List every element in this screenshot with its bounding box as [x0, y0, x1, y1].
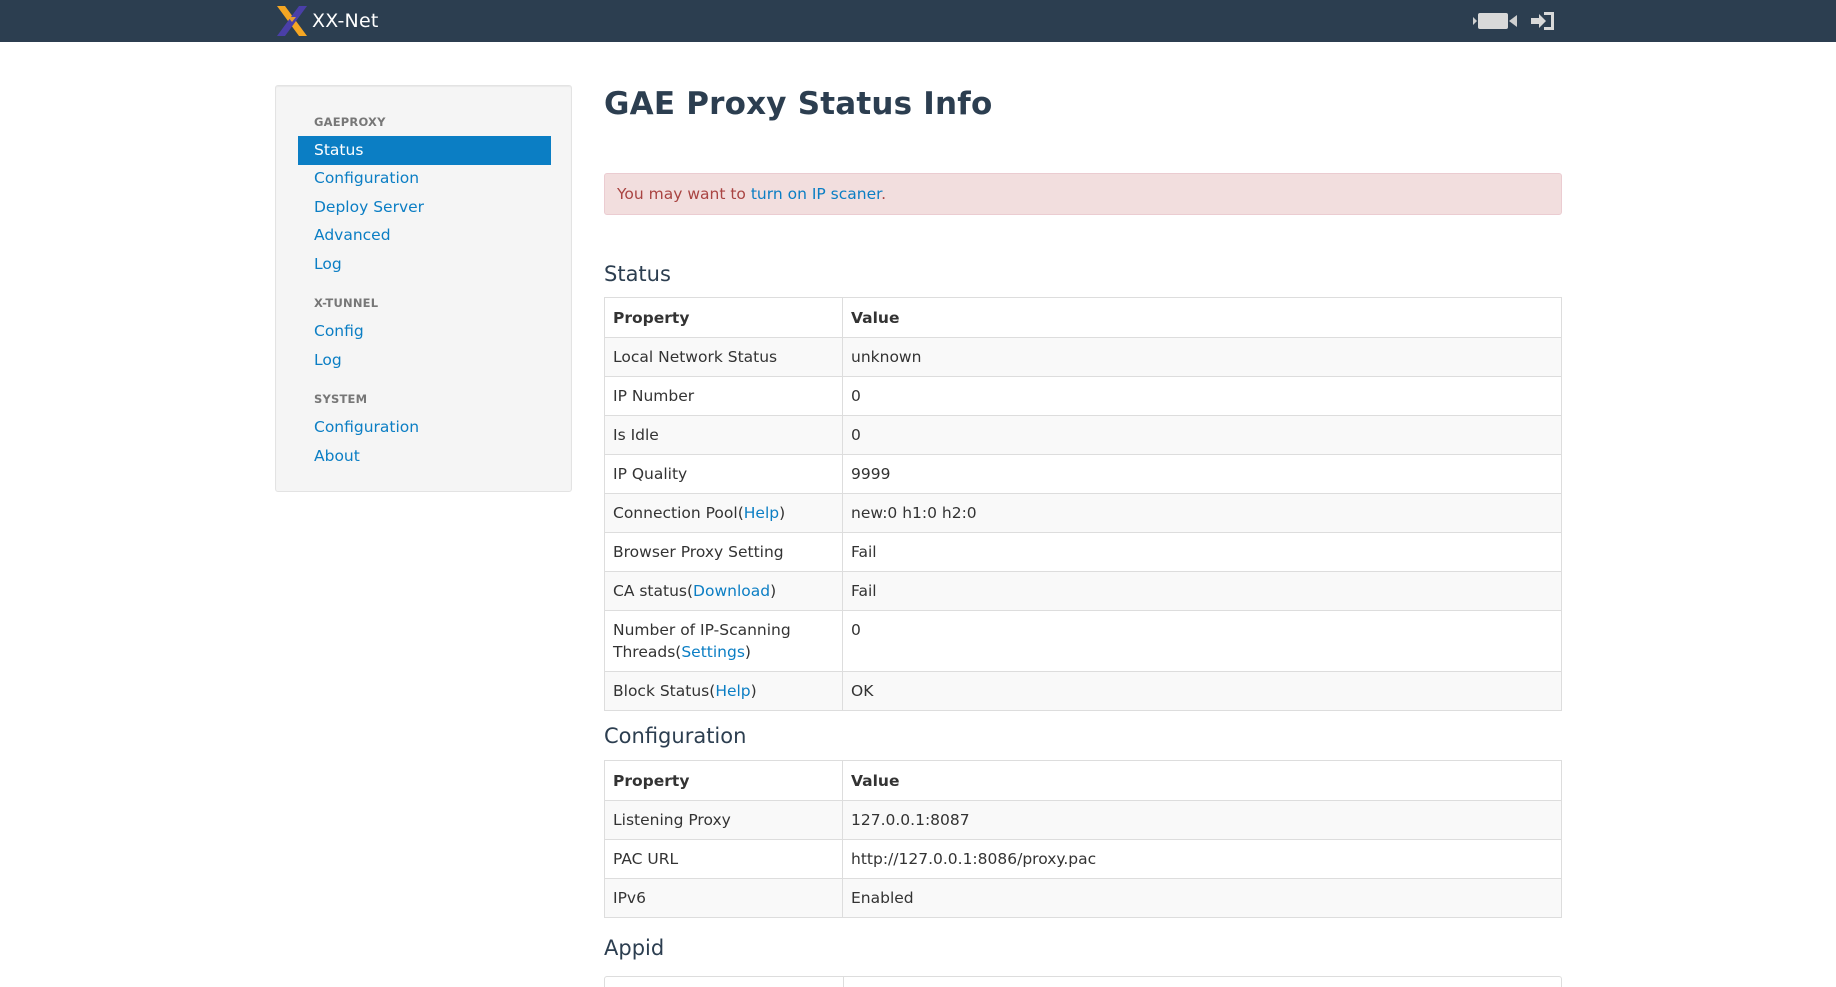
table-row: PAC URL http://127.0.0.1:8086/proxy.pac	[604, 839, 1562, 879]
value-cell: 0	[842, 376, 1562, 416]
table-row: Listening Proxy 127.0.0.1:8087	[604, 800, 1562, 840]
table-row: IP Number 0	[604, 376, 1562, 416]
property-cell: Browser Proxy Setting	[604, 532, 843, 572]
value-cell: OK	[842, 671, 1562, 711]
ip-scanning-settings-link[interactable]: Settings	[681, 643, 745, 661]
appid-table-top	[604, 976, 1562, 987]
sidebar-item-system-configuration[interactable]: Configuration	[298, 413, 551, 442]
top-navbar: XX-Net	[0, 0, 1836, 42]
property-label: CA status	[613, 582, 687, 600]
table-row: IPv6 Enabled	[604, 878, 1562, 918]
sidebar-item-x-tunnel-log[interactable]: Log	[298, 346, 551, 375]
brand-link[interactable]: XX-Net	[274, 0, 379, 42]
value-cell: new:0 h1:0 h2:0	[842, 493, 1562, 533]
sidebar-item-configuration[interactable]: Configuration	[298, 164, 551, 193]
sidebar-header-system: SYSTEM	[314, 392, 368, 406]
sidebar-item-log[interactable]: Log	[298, 250, 551, 279]
value-cell: http://127.0.0.1:8086/proxy.pac	[842, 839, 1562, 879]
table-row: Browser Proxy Setting Fail	[604, 532, 1562, 572]
property-cell: Is Idle	[604, 415, 843, 455]
property-label: Connection Pool	[613, 504, 738, 522]
property-cell: Local Network Status	[604, 337, 843, 377]
property-cell: IPv6	[604, 878, 843, 918]
column-header-property: Property	[604, 297, 843, 338]
value-cell: Fail	[842, 571, 1562, 611]
value-cell: 0	[842, 415, 1562, 455]
ip-scanner-alert: You may want to turn on IP scaner.	[604, 173, 1562, 215]
table-row: Local Network Status unknown	[604, 337, 1562, 377]
alert-text: You may want to	[617, 185, 751, 203]
table-header-row: Property Value	[604, 760, 1562, 801]
sidebar-item-deploy-server[interactable]: Deploy Server	[298, 193, 551, 222]
property-cell: IP Quality	[604, 454, 843, 494]
value-cell: 127.0.0.1:8087	[842, 800, 1562, 840]
property-cell: PAC URL	[604, 839, 843, 879]
status-heading: Status	[604, 262, 671, 286]
sidebar-item-advanced[interactable]: Advanced	[298, 221, 551, 250]
sign-out-icon[interactable]	[1530, 10, 1556, 32]
connection-pool-help-link[interactable]: Help	[744, 504, 779, 522]
column-header-value: Value	[842, 760, 1562, 801]
value-cell: Enabled	[842, 878, 1562, 918]
table-row: Connection Pool(Help) new:0 h1:0 h2:0	[604, 493, 1562, 533]
sidebar-item-status[interactable]: Status	[298, 136, 551, 165]
table-row: CA status(Download) Fail	[604, 571, 1562, 611]
table-row: Is Idle 0	[604, 415, 1562, 455]
navbar-icons	[1472, 0, 1556, 42]
sidebar-header-x-tunnel: X-TUNNEL	[314, 296, 379, 310]
sidebar-item-about[interactable]: About	[298, 442, 551, 471]
table-row: IP Quality 9999	[604, 454, 1562, 494]
sidebar: GAEPROXY Status Configuration Deploy Ser…	[275, 85, 572, 492]
property-cell: Connection Pool(Help)	[604, 493, 843, 533]
appid-heading: Appid	[604, 936, 665, 960]
ca-download-link[interactable]: Download	[693, 582, 770, 600]
value-cell: 9999	[842, 454, 1562, 494]
turn-on-ip-scanner-link[interactable]: turn on IP scaner	[751, 185, 881, 203]
column-header-value: Value	[842, 297, 1562, 338]
block-status-help-link[interactable]: Help	[715, 682, 750, 700]
property-cell: Number of IP-Scanning Threads(Settings)	[604, 610, 843, 672]
column-header-property: Property	[604, 760, 843, 801]
table-header-row: Property Value	[604, 297, 1562, 338]
status-table: Property Value Local Network Status unkn…	[604, 297, 1562, 711]
page-title: GAE Proxy Status Info	[604, 86, 993, 122]
property-cell: Block Status(Help)	[604, 671, 843, 711]
xx-net-logo-icon	[277, 6, 307, 36]
property-cell: IP Number	[604, 376, 843, 416]
value-cell: 0	[842, 610, 1562, 672]
brand-name: XX-Net	[312, 10, 379, 32]
configuration-table: Property Value Listening Proxy 127.0.0.1…	[604, 760, 1562, 918]
table-row: Number of IP-Scanning Threads(Settings) …	[604, 610, 1562, 672]
table-divider	[843, 977, 844, 987]
table-row: Block Status(Help) OK	[604, 671, 1562, 711]
sidebar-item-x-tunnel-config[interactable]: Config	[298, 317, 551, 346]
property-cell: CA status(Download)	[604, 571, 843, 611]
configuration-heading: Configuration	[604, 724, 747, 748]
property-cell: Listening Proxy	[604, 800, 843, 840]
alert-text-end: .	[881, 185, 887, 203]
value-cell: unknown	[842, 337, 1562, 377]
value-cell: Fail	[842, 532, 1562, 572]
property-label: Block Status	[613, 682, 710, 700]
video-camera-icon[interactable]	[1472, 10, 1518, 32]
sidebar-header-gaeproxy: GAEPROXY	[314, 115, 386, 129]
